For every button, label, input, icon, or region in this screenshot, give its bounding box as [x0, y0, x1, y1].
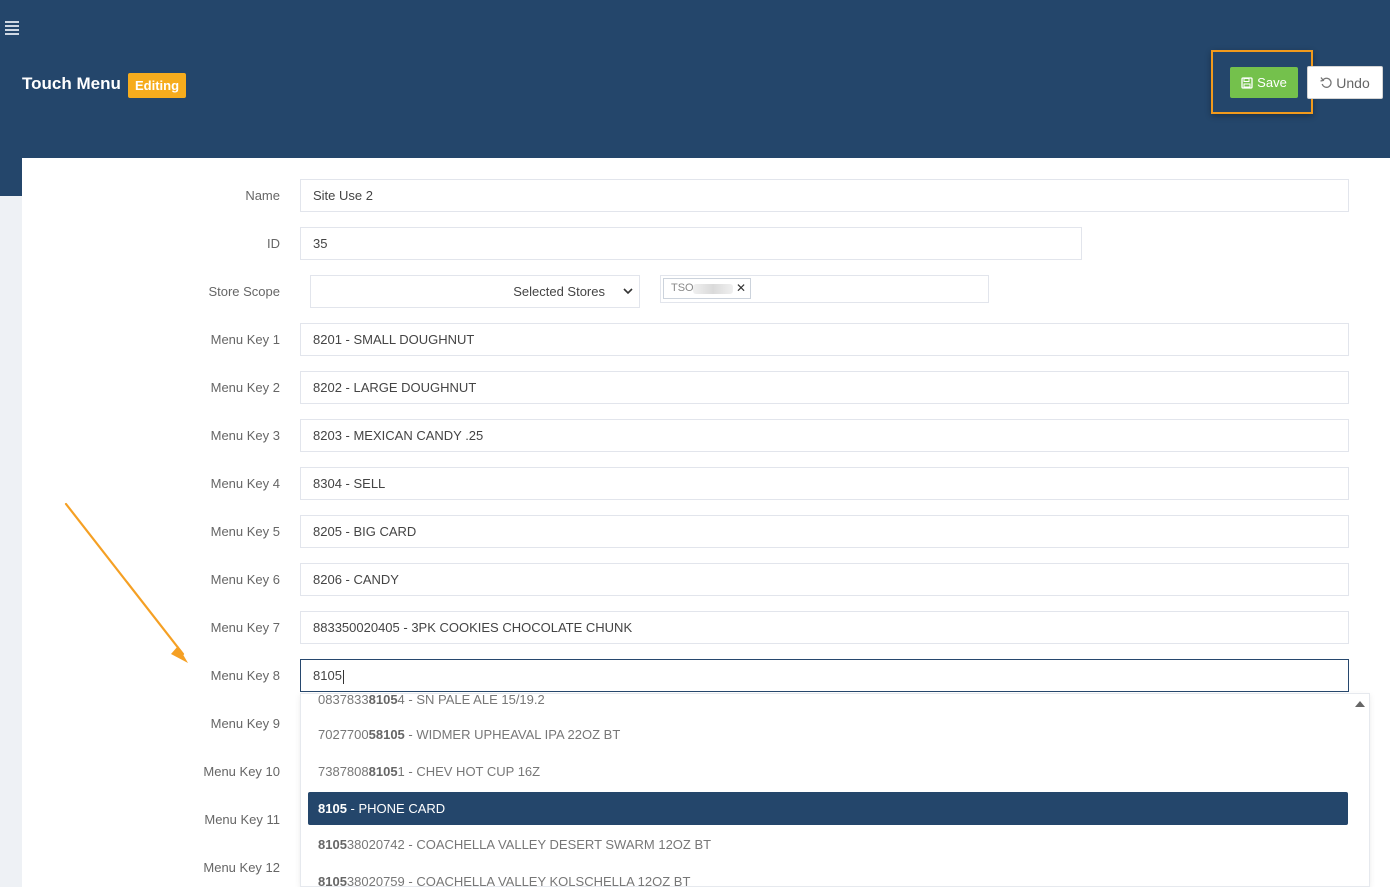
floppy-disk-icon	[1241, 76, 1253, 89]
autocomplete-option[interactable]: 738780881051 - CHEV HOT CUP 16Z	[308, 755, 1348, 788]
menu-key-6-label: Menu Key 6	[210, 572, 280, 587]
undo-icon	[1320, 77, 1332, 88]
menu-key-12-label: Menu Key 12	[203, 860, 280, 875]
autocomplete-dropdown[interactable]: 083783381054 - SN PALE ALE 15/19.2 70277…	[300, 693, 1370, 887]
save-button[interactable]: Save	[1230, 67, 1298, 98]
autocomplete-option[interactable]: 083783381054 - SN PALE ALE 15/19.2	[308, 694, 1348, 716]
menu-key-7-input[interactable]: 883350020405 - 3PK COOKIES CHOCOLATE CHU…	[300, 611, 1349, 644]
store-scope-label: Store Scope	[208, 284, 280, 299]
menu-key-6-input[interactable]: 8206 - CANDY	[300, 563, 1349, 596]
store-tag-label: TSO	[671, 282, 694, 294]
store-tag: TSO ✕	[663, 278, 751, 299]
remove-tag-icon[interactable]: ✕	[736, 279, 746, 298]
menu-key-11-label: Menu Key 11	[204, 812, 280, 827]
name-label: Name	[245, 188, 280, 203]
menu-key-2-input[interactable]: 8202 - LARGE DOUGHNUT	[300, 371, 1349, 404]
menu-key-5-input[interactable]: 8205 - BIG CARD	[300, 515, 1349, 548]
text-cursor	[342, 669, 344, 684]
menu-toggle-icon[interactable]	[5, 21, 19, 35]
name-input[interactable]: Site Use 2	[300, 179, 1349, 212]
menu-key-2-label: Menu Key 2	[210, 380, 280, 395]
page-title: Touch Menu	[22, 74, 121, 93]
menu-key-10-label: Menu Key 10	[203, 764, 280, 779]
menu-key-3-label: Menu Key 3	[210, 428, 280, 443]
store-tags-input[interactable]: TSO ✕	[660, 275, 989, 303]
menu-key-4-label: Menu Key 4	[210, 476, 280, 491]
menu-key-5-label: Menu Key 5	[210, 524, 280, 539]
undo-button[interactable]: Undo	[1307, 66, 1383, 99]
status-badge: Editing	[128, 73, 187, 98]
menu-key-8-input[interactable]: 8105	[300, 659, 1349, 692]
autocomplete-option[interactable]: 810538020759 - COACHELLA VALLEY KOLSCHEL…	[308, 865, 1348, 886]
menu-key-8-value: 8105	[313, 668, 342, 683]
save-label: Save	[1257, 75, 1287, 90]
menu-key-4-input[interactable]: 8304 - SELL	[300, 467, 1349, 500]
chevron-down-icon	[623, 276, 633, 319]
store-scope-select[interactable]: Selected Stores	[310, 275, 640, 308]
menu-key-3-input[interactable]: 8203 - MEXICAN CANDY .25	[300, 419, 1349, 452]
redacted-store-name	[693, 284, 733, 294]
id-label: ID	[267, 236, 280, 251]
undo-label: Undo	[1336, 74, 1370, 91]
scroll-up-arrow-icon[interactable]	[1355, 701, 1365, 707]
autocomplete-option-selected[interactable]: 8105 - PHONE CARD	[308, 792, 1348, 825]
menu-key-7-label: Menu Key 7	[210, 620, 280, 635]
autocomplete-option[interactable]: 810538020742 - COACHELLA VALLEY DESERT S…	[308, 828, 1348, 861]
menu-key-1-input[interactable]: 8201 - SMALL DOUGHNUT	[300, 323, 1349, 356]
menu-key-9-label: Menu Key 9	[210, 716, 280, 731]
menu-key-1-label: Menu Key 1	[210, 332, 280, 347]
menu-key-8-label: Menu Key 8	[210, 668, 280, 683]
store-scope-value: Selected Stores	[513, 284, 605, 299]
id-input[interactable]: 35	[300, 227, 1082, 260]
autocomplete-option[interactable]: 702770058105 - WIDMER UPHEAVAL IPA 22OZ …	[308, 718, 1348, 751]
